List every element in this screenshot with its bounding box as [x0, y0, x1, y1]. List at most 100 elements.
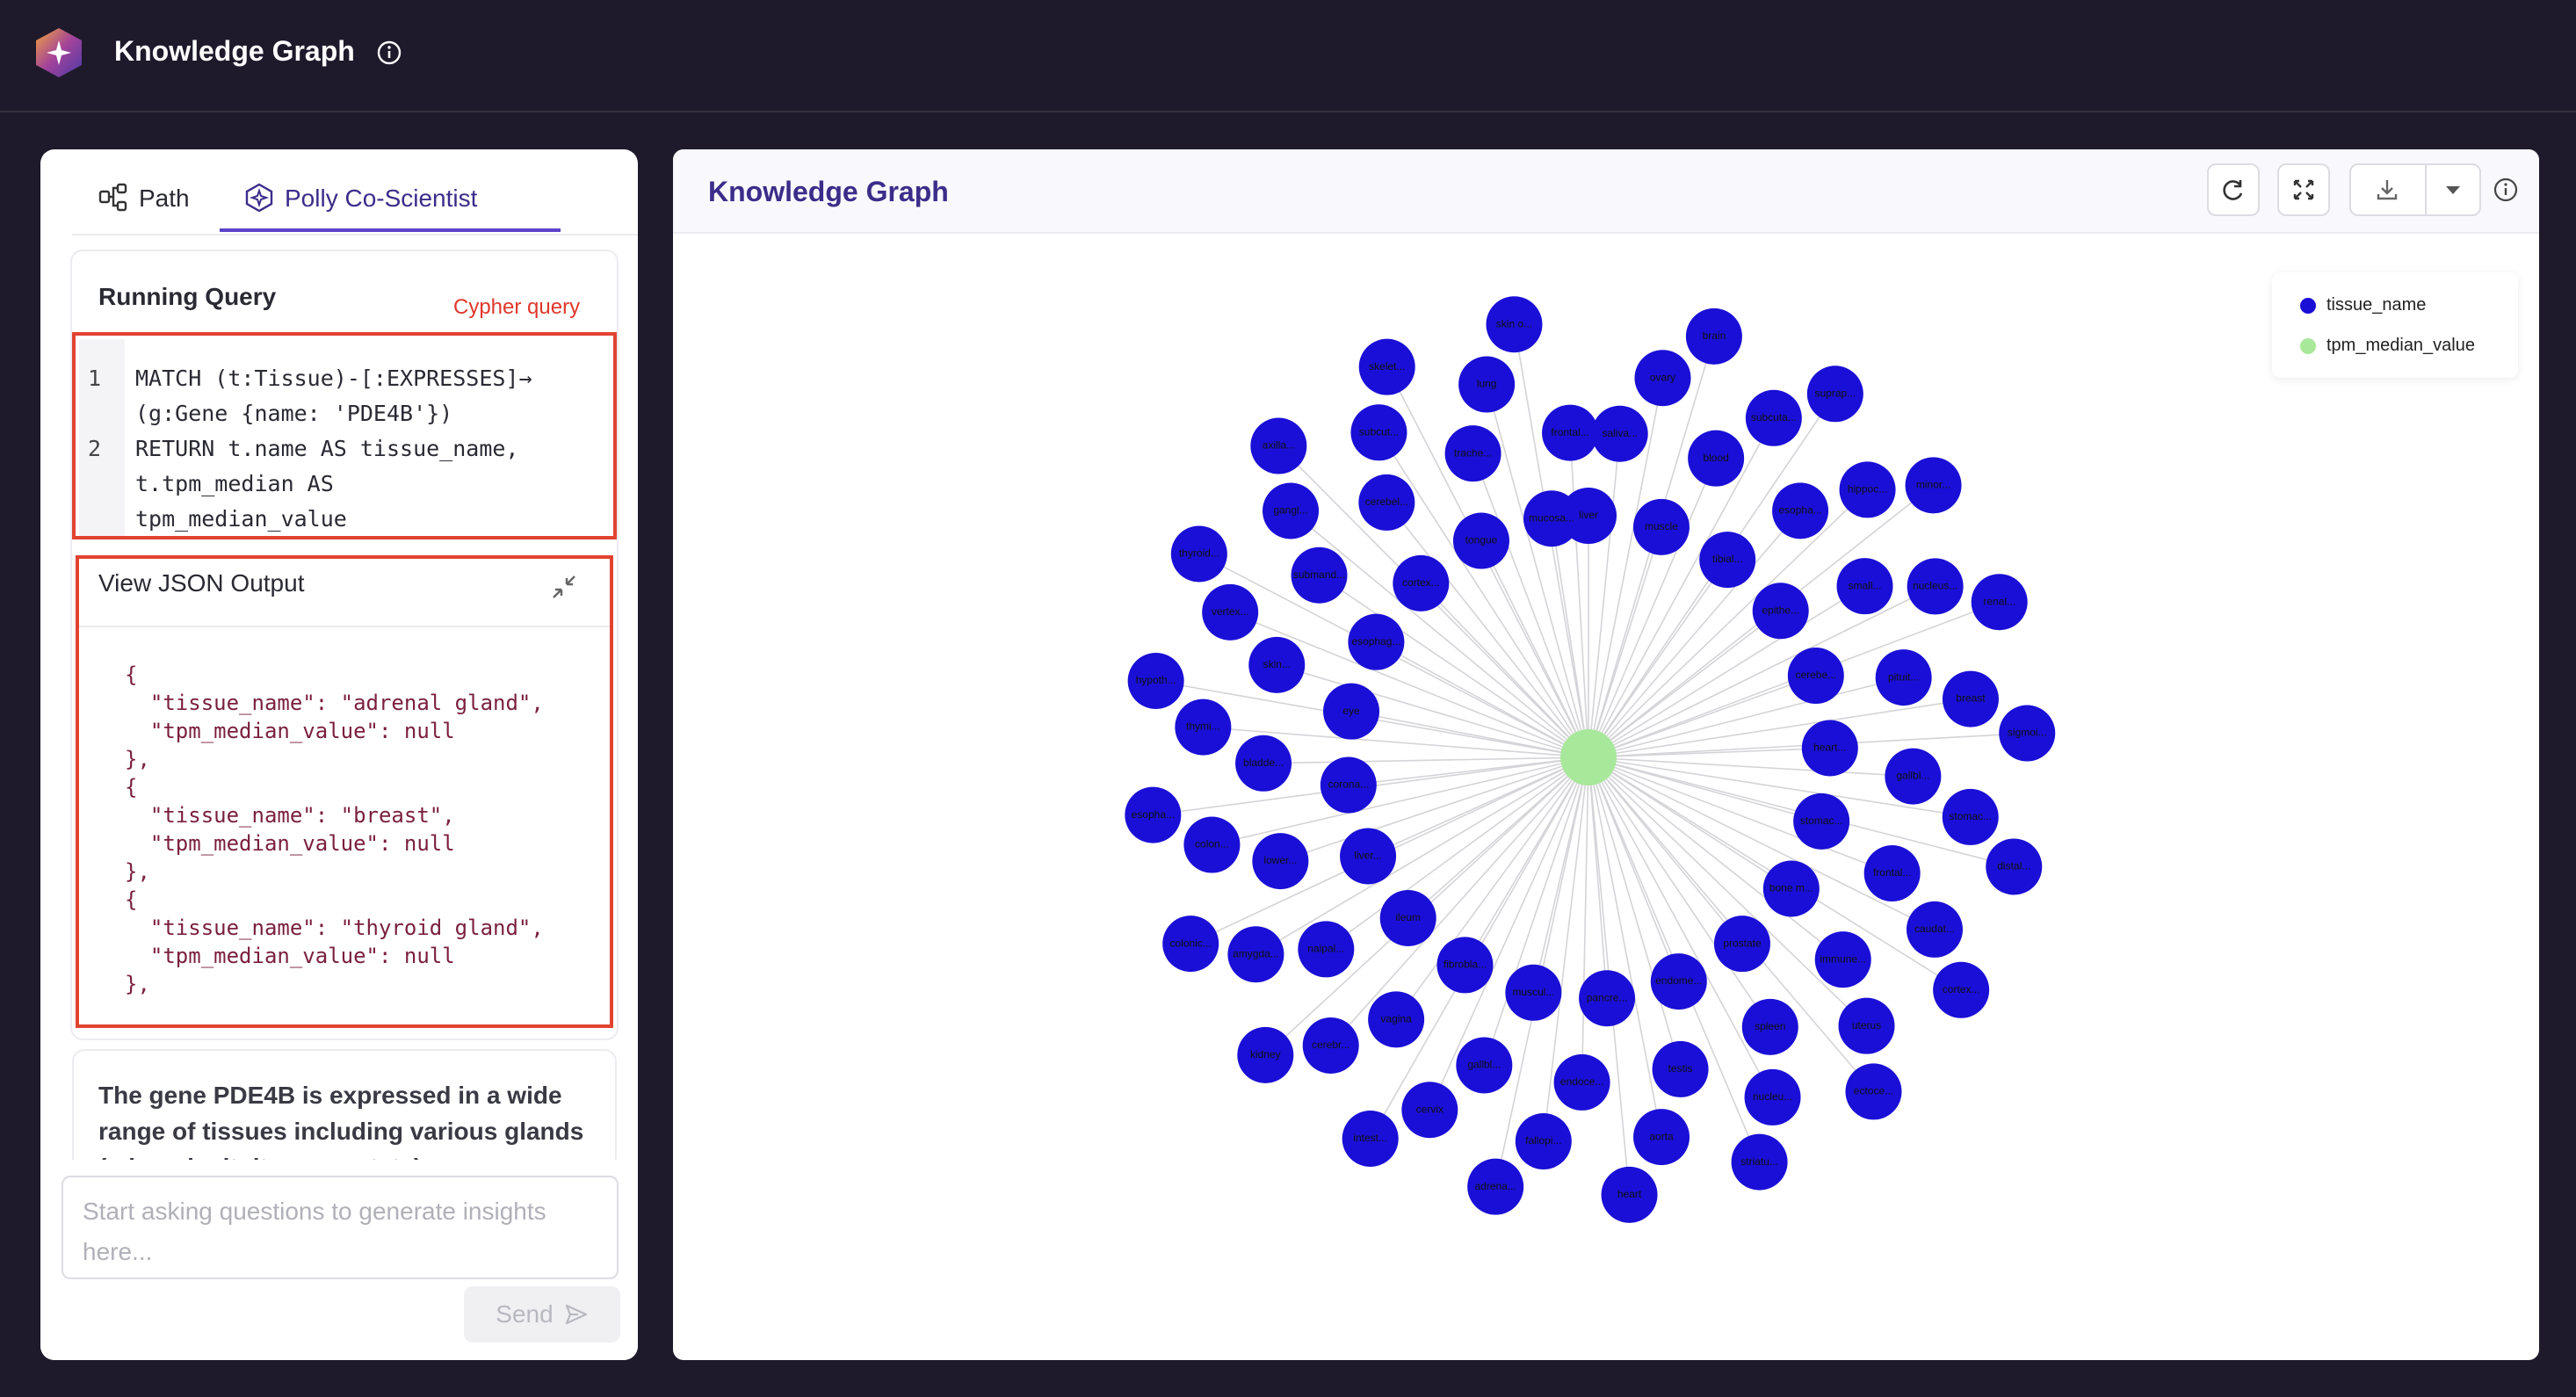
tissue-node[interactable]: esopha...	[1125, 786, 1182, 843]
tissue-node[interactable]: colonic...	[1162, 916, 1219, 973]
fullscreen-button[interactable]	[2277, 163, 2330, 216]
tissue-node[interactable]: cerebe...	[1787, 648, 1844, 705]
tissue-node[interactable]: tongue	[1452, 512, 1509, 569]
tissue-node[interactable]: vertex...	[1202, 583, 1259, 641]
tissue-node[interactable]: tibial...	[1699, 532, 1756, 589]
tissue-node[interactable]: muscle	[1632, 498, 1690, 555]
send-button[interactable]: Send	[464, 1286, 620, 1343]
tissue-node[interactable]: bone m...	[1762, 860, 1820, 917]
app-logo-icon[interactable]	[33, 26, 84, 79]
tissue-node[interactable]: ileum	[1379, 889, 1436, 946]
tissue-node[interactable]: nucleu...	[1744, 1068, 1801, 1126]
tissue-node[interactable]: bladde...	[1235, 735, 1292, 792]
tissue-node[interactable]: heart...	[1801, 720, 1858, 777]
tissue-node[interactable]: blood	[1688, 430, 1745, 487]
tissue-node[interactable]: spleen	[1741, 998, 1798, 1055]
tissue-node[interactable]: gallbl...	[1885, 748, 1942, 805]
tissue-node[interactable]: eye	[1323, 683, 1380, 740]
tissue-node[interactable]: intest...	[1342, 1110, 1399, 1167]
tissue-node[interactable]: skin o...	[1486, 296, 1543, 353]
tissue-node[interactable]: thymi...	[1175, 698, 1232, 756]
tissue-node[interactable]: muscul...	[1505, 964, 1562, 1021]
tissue-node[interactable]: frontal...	[1542, 404, 1599, 461]
download-icon[interactable]	[2374, 177, 2400, 203]
tissue-node[interactable]: distal...	[1986, 838, 2043, 895]
tab-path[interactable]: Path	[98, 183, 190, 230]
tissue-node[interactable]: fallopi...	[1515, 1113, 1572, 1170]
tissue-node[interactable]: frontal...	[1863, 845, 1921, 902]
tissue-node[interactable]: brain	[1685, 308, 1742, 365]
tissue-node[interactable]: nucleus...	[1907, 558, 1964, 615]
tissue-node[interactable]: colon...	[1183, 816, 1241, 873]
tissue-node[interactable]: saliva...	[1591, 405, 1648, 462]
chevron-down-icon[interactable]	[2442, 179, 2464, 200]
tissue-node[interactable]: uterus	[1838, 997, 1895, 1054]
tissue-node[interactable]: cortex...	[1393, 554, 1450, 612]
tissue-node[interactable]: aorta	[1633, 1109, 1690, 1166]
fullscreen-icon	[2293, 179, 2314, 200]
tissue-node[interactable]: esophag...	[1348, 613, 1405, 670]
collapse-icon[interactable]	[546, 569, 582, 604]
tissue-node[interactable]: skin...	[1248, 636, 1306, 693]
tissue-node[interactable]: axilla...	[1250, 417, 1307, 474]
tissue-node[interactable]: sigmoi...	[1999, 705, 2056, 762]
tissue-node[interactable]: ectoce...	[1845, 1063, 1902, 1120]
tissue-node[interactable]: fibrobla...	[1436, 937, 1494, 994]
tissue-node[interactable]: mucosa...	[1523, 490, 1581, 547]
tissue-node[interactable]: cerebel...	[1358, 474, 1415, 531]
tissue-node[interactable]: trache...	[1444, 425, 1501, 482]
tissue-node[interactable]: adrena...	[1467, 1158, 1524, 1215]
tissue-node[interactable]: cortex...	[1933, 961, 1990, 1018]
tissue-node[interactable]: kidney	[1237, 1026, 1294, 1083]
tissue-node[interactable]: gangl...	[1263, 482, 1320, 539]
tissue-node[interactable]: corona...	[1320, 756, 1377, 814]
tissue-node[interactable]: hippoc...	[1839, 461, 1896, 518]
tissue-node[interactable]: submand...	[1291, 546, 1348, 604]
tissue-node[interactable]: liver...	[1340, 828, 1397, 885]
tissue-node[interactable]: minor...	[1905, 457, 1962, 514]
tissue-node[interactable]: ovary	[1634, 350, 1691, 407]
tissue-node[interactable]: immune...	[1814, 931, 1871, 988]
tissue-node[interactable]: stomac...	[1942, 788, 1999, 845]
tissue-node[interactable]: endome...	[1650, 953, 1707, 1010]
json-line: "tpm_median_value": null	[125, 944, 455, 968]
tissue-node[interactable]: striatu...	[1731, 1133, 1788, 1191]
tissue-node[interactable]: thyroid...	[1170, 525, 1227, 583]
graph-edge	[1376, 641, 1589, 758]
reset-button[interactable]	[2207, 163, 2260, 216]
tissue-node[interactable]: breast	[1942, 670, 1999, 727]
knowledge-graph-canvas[interactable]: liver saliva... ovary brain muscle blood subcu…	[673, 234, 2539, 1360]
tab-polly-co-scientist[interactable]: Polly Co-Scientist	[244, 183, 477, 230]
tissue-node[interactable]: stomac...	[1793, 793, 1850, 850]
tissue-node[interactable]: vagina	[1368, 991, 1425, 1048]
tissue-node[interactable]: gallbl...	[1456, 1037, 1513, 1094]
tissue-node[interactable]: caudat...	[1906, 901, 1963, 958]
polly-icon	[245, 183, 273, 213]
graph-info-icon[interactable]	[2492, 176, 2520, 204]
tissue-node[interactable]: subcuta...	[1745, 389, 1802, 446]
tissue-node[interactable]: lung	[1458, 356, 1516, 413]
tissue-node-label: pancre...	[1587, 991, 1628, 1003]
tissue-node[interactable]: epithe...	[1752, 583, 1809, 640]
tissue-node[interactable]: amygda...	[1227, 926, 1284, 983]
tissue-node[interactable]: pancre...	[1579, 970, 1636, 1027]
tissue-node[interactable]: suprap...	[1806, 366, 1863, 423]
tissue-node[interactable]: cerebr...	[1302, 1017, 1359, 1074]
tissue-node[interactable]: endoce...	[1553, 1053, 1610, 1111]
tissue-node[interactable]: lower...	[1252, 833, 1309, 890]
tissue-node[interactable]: heart	[1601, 1166, 1658, 1223]
tissue-node[interactable]: pituit...	[1875, 649, 1932, 706]
info-icon[interactable]	[376, 40, 402, 66]
tissue-node[interactable]: esopha...	[1772, 482, 1829, 539]
tissue-node[interactable]: skelet...	[1358, 338, 1415, 395]
chat-input[interactable]: Start asking questions to generate insig…	[62, 1176, 619, 1279]
tissue-node[interactable]: testis	[1652, 1040, 1709, 1097]
tissue-node[interactable]: subcut...	[1350, 404, 1407, 461]
tissue-node[interactable]: prostate	[1713, 916, 1770, 973]
tissue-node[interactable]: cervix	[1401, 1082, 1458, 1139]
tissue-node[interactable]: small...	[1836, 558, 1893, 615]
tissue-node[interactable]: hypoth...	[1127, 652, 1184, 709]
tissue-node[interactable]: naipal...	[1298, 921, 1355, 978]
tissue-node[interactable]: renal...	[1971, 574, 2028, 631]
tpm-median-node[interactable]	[1560, 729, 1617, 785]
